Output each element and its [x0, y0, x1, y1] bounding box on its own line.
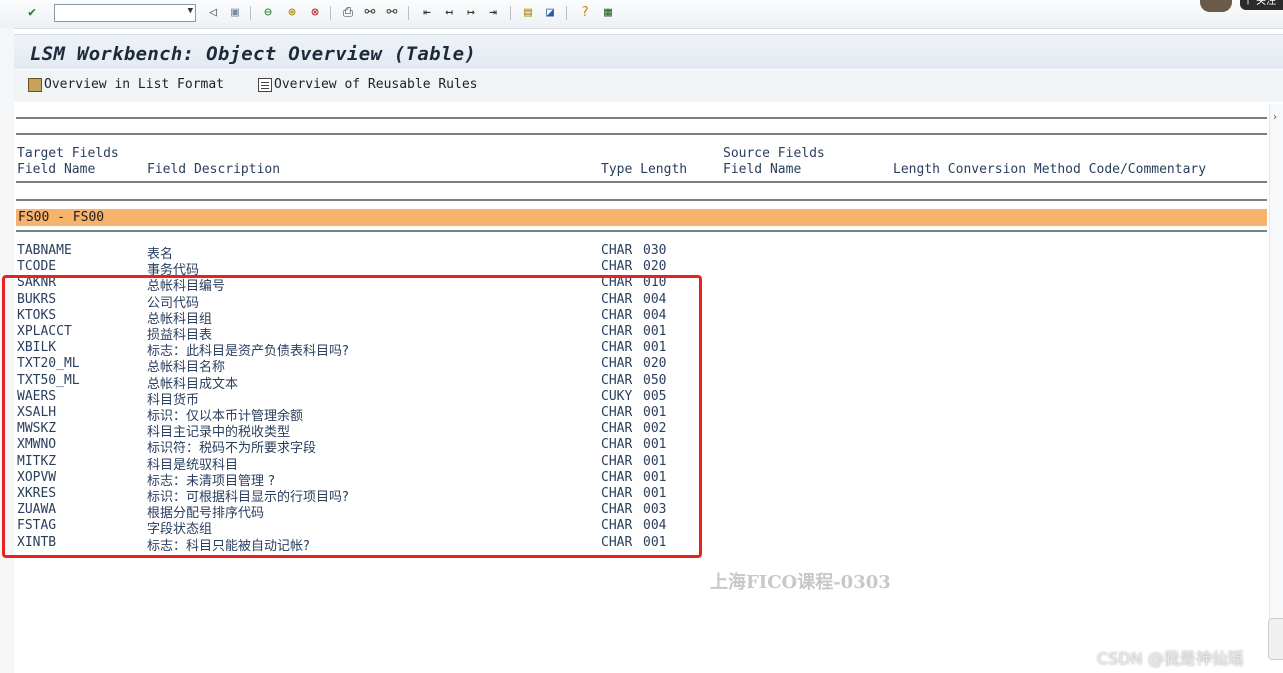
title-bar: LSM Workbench: Object Overview (Table)	[14, 34, 1283, 69]
cancel-icon[interactable]: ⊗	[307, 5, 323, 21]
command-dropdown-icon[interactable]: ▼	[188, 6, 193, 16]
header-source-fields: Source Fields	[723, 146, 825, 161]
header-type-length: Type Length	[601, 162, 688, 177]
header-target-fields: Target Fields	[17, 146, 119, 161]
toolbar-separator	[566, 6, 567, 20]
field-name-cell: TCODE	[17, 259, 57, 275]
overview-list-label: Overview in List Format	[44, 77, 225, 92]
layout-icon[interactable]: ▦	[600, 5, 616, 21]
overview-rules-button[interactable]: Overview of Reusable Rules	[258, 77, 478, 92]
divider	[16, 181, 1267, 183]
divider	[16, 117, 1267, 119]
back-icon[interactable]: ⊖	[260, 5, 276, 21]
command-field[interactable]: ▼	[54, 4, 196, 25]
watermark: 上海FICO课程-0303	[710, 572, 891, 593]
previous-page-icon[interactable]: ↤	[441, 5, 457, 21]
length-cell: 020	[643, 259, 667, 275]
type-cell: CHAR	[601, 259, 633, 275]
document-icon	[258, 77, 272, 92]
application-toolbar: Overview in List Format Overview of Reus…	[14, 70, 1283, 102]
vertical-scrollbar[interactable]: ›	[1269, 104, 1283, 624]
type-cell: CHAR	[601, 243, 633, 258]
length-cell: 030	[643, 243, 667, 258]
exit-icon[interactable]: ⊛	[284, 5, 300, 21]
last-page-icon[interactable]: ⇥	[485, 5, 501, 21]
find-icon[interactable]: ⚯	[362, 5, 378, 21]
header-conversion: Length Conversion Method Code/Commentary	[893, 162, 1207, 177]
overview-list-button[interactable]: Overview in List Format	[28, 77, 224, 92]
toolbar-separator	[408, 6, 409, 20]
new-session-icon[interactable]: ▤	[520, 5, 536, 21]
toolbar-separator	[510, 6, 511, 20]
divider	[16, 133, 1267, 135]
toolbar-separator	[250, 6, 251, 20]
header-field-description: Field Description	[147, 162, 281, 177]
avatar	[1200, 0, 1232, 12]
overview-rules-label: Overview of Reusable Rules	[274, 77, 478, 92]
system-toolbar: ✔ ▼ ◁ ▣ ⊖ ⊛ ⊗ ⎙ ⚯ ⚯ ⇤ ↤ ↦ ⇥ ▤ ◪ ? ▦ 个 关注	[0, 0, 1283, 29]
toolbar-separator	[330, 6, 331, 20]
find-next-icon[interactable]: ⚯	[384, 5, 400, 21]
header-source-field-name: Field Name	[723, 162, 802, 177]
follow-label[interactable]: 个 关注	[1240, 0, 1283, 10]
divider	[16, 230, 1267, 232]
group-label: FS00 - FS00	[18, 210, 105, 225]
side-panel-button[interactable]	[1268, 618, 1283, 660]
enter-icon[interactable]: ✔	[24, 5, 40, 21]
first-page-icon[interactable]: ⇤	[419, 5, 435, 21]
csdn-credit: CSDN @我是神仙瑶	[1097, 649, 1244, 668]
command-input[interactable]	[57, 8, 181, 25]
field-name-cell: TABNAME	[17, 243, 72, 258]
next-page-icon[interactable]: ↦	[463, 5, 479, 21]
group-header[interactable]: FS00 - FS00	[16, 209, 1267, 226]
divider	[16, 199, 1267, 201]
annotation-highlight-box	[2, 275, 702, 558]
back-arrow-icon[interactable]: ◁	[205, 5, 221, 21]
save-icon[interactable]: ▣	[227, 5, 243, 21]
scroll-up-icon[interactable]: ›	[1272, 112, 1278, 123]
help-icon[interactable]: ?	[577, 5, 593, 21]
list-format-icon	[28, 77, 42, 92]
print-icon[interactable]: ⎙	[340, 5, 356, 21]
page-title: LSM Workbench: Object Overview (Table)	[30, 43, 477, 65]
shortcut-icon[interactable]: ◪	[542, 5, 558, 21]
header-field-name: Field Name	[17, 162, 96, 177]
